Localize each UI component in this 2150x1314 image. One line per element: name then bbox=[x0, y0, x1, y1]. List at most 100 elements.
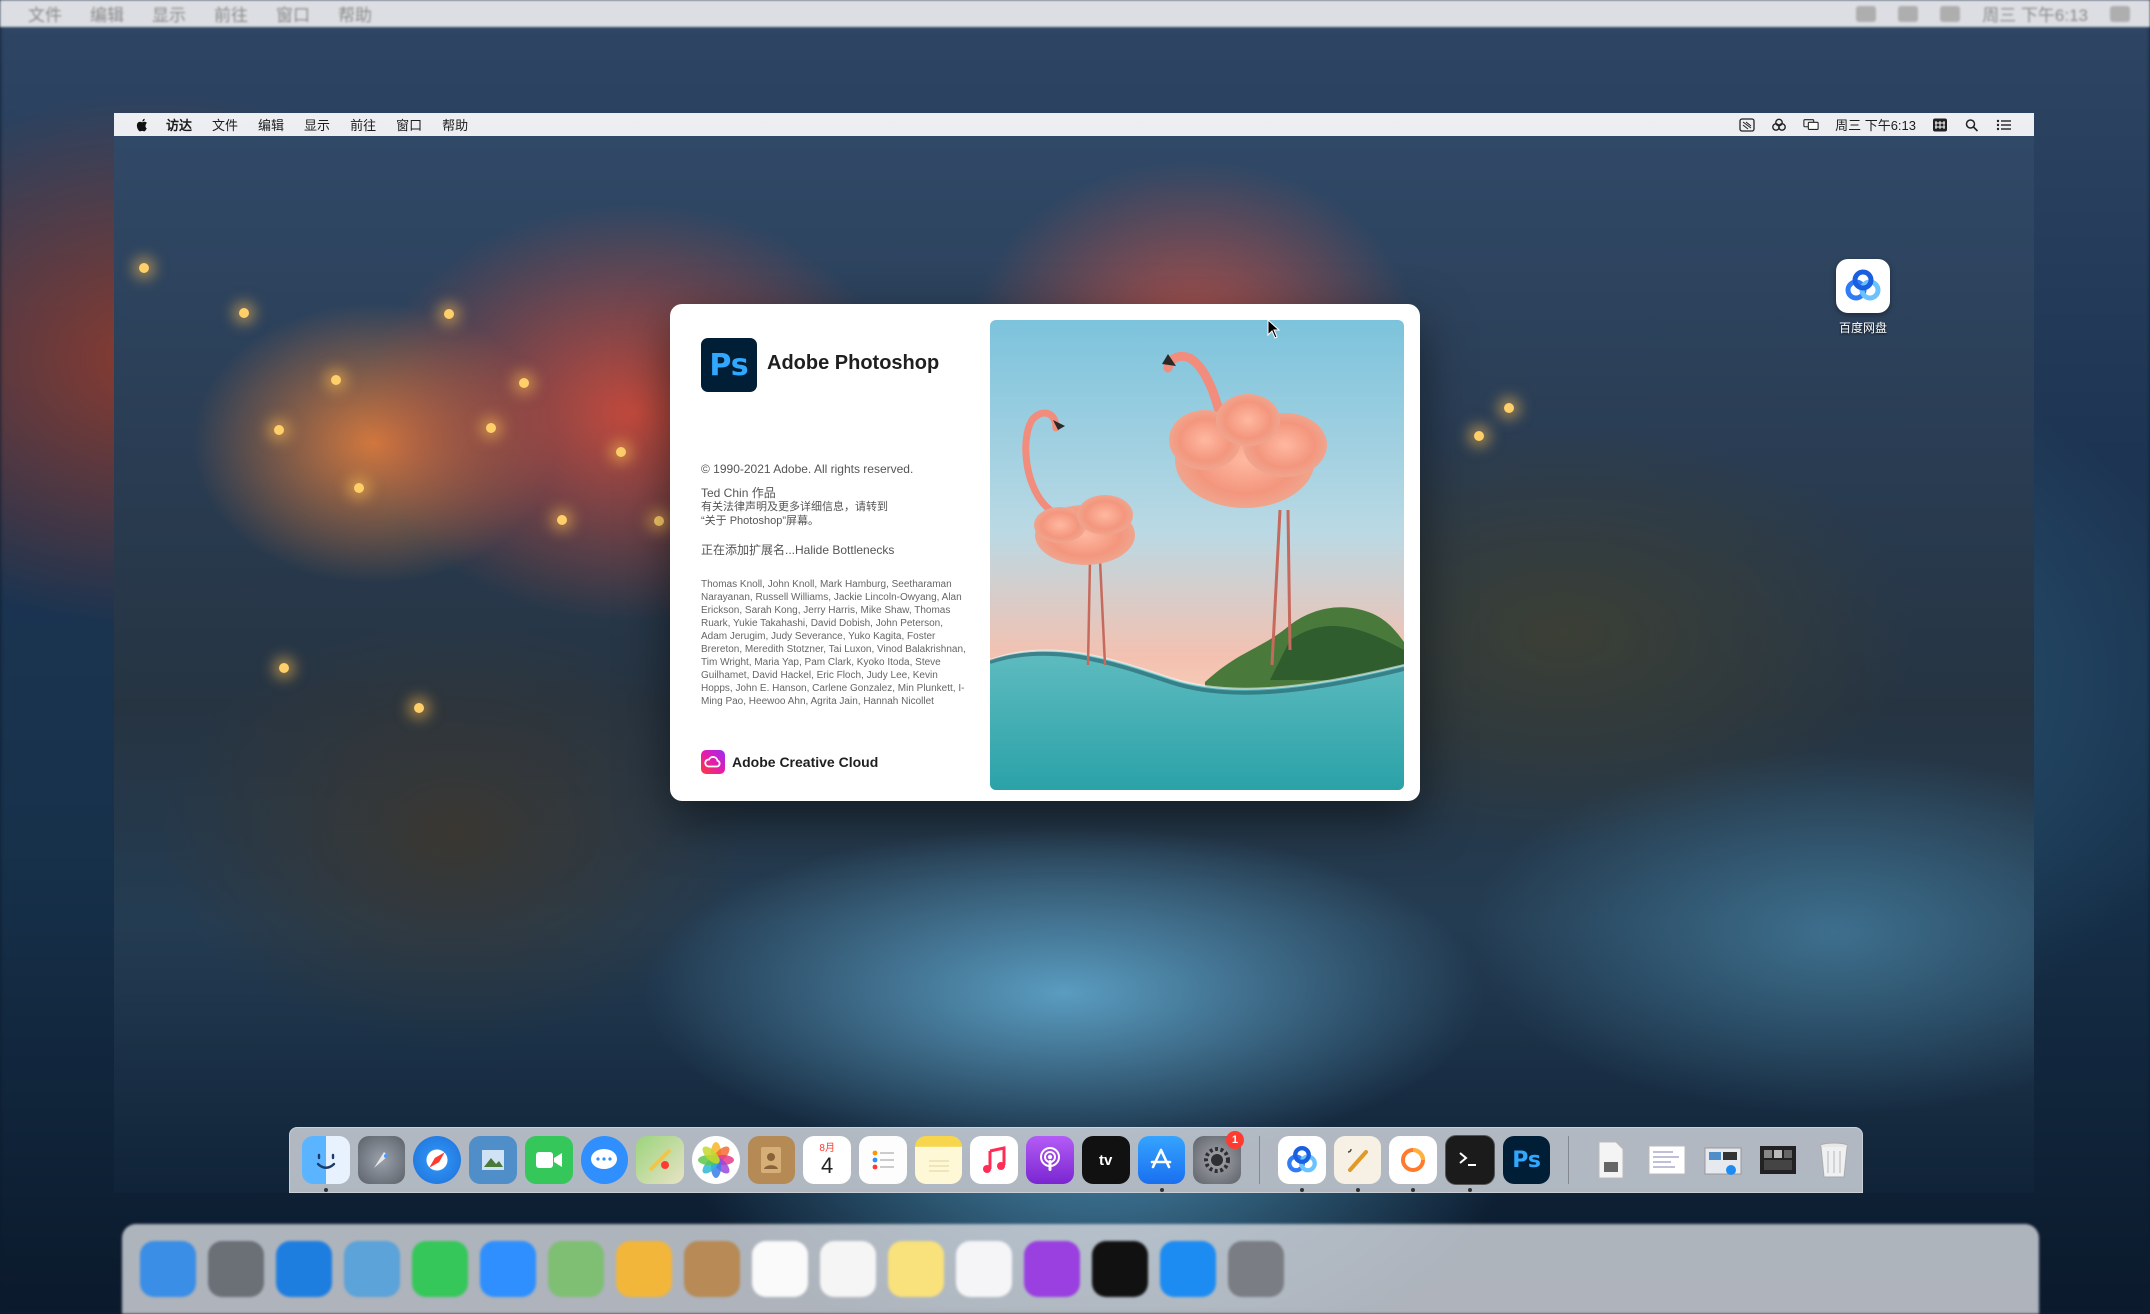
apple-menu-icon[interactable] bbox=[136, 118, 148, 132]
outer-menu-help: 帮助 bbox=[338, 6, 372, 25]
splash-artist-credit: Ted Chin 作品 有关法律声明及更多详细信息，请转到 “关于 Photos… bbox=[701, 486, 941, 528]
splash-title: Adobe Photoshop bbox=[767, 352, 940, 374]
dock-script-editor-icon[interactable] bbox=[1333, 1136, 1382, 1192]
outer-status-icon bbox=[1940, 5, 1961, 22]
menu-edit[interactable]: 编辑 bbox=[258, 115, 284, 134]
dock-sync-app-icon[interactable] bbox=[1389, 1136, 1438, 1192]
outer-music-icon bbox=[956, 1241, 1012, 1297]
desktop-icon-label: 百度网盘 bbox=[1838, 321, 1887, 335]
outer-menu-edit: 编辑 bbox=[90, 6, 124, 25]
dock-separator bbox=[1258, 1136, 1260, 1184]
dock-notes-icon[interactable] bbox=[914, 1136, 963, 1184]
dock-photoshop-icon[interactable]: Ps bbox=[1502, 1136, 1551, 1184]
notification-center-icon[interactable] bbox=[1996, 118, 2012, 132]
menubar-clock[interactable]: 周三 下午6:13 bbox=[1835, 115, 1916, 134]
notification-badge: 1 bbox=[1225, 1131, 1244, 1149]
dock-finder-icon[interactable] bbox=[302, 1136, 350, 1192]
menu-view[interactable]: 显示 bbox=[304, 115, 330, 134]
creative-cloud-icon bbox=[701, 750, 725, 774]
outer-status-icon bbox=[1898, 5, 1919, 22]
dock-trash-icon[interactable] bbox=[1810, 1136, 1858, 1184]
desktop-icon-baidu-netdisk[interactable]: 百度网盘 bbox=[1818, 259, 1908, 336]
outer-preview-icon bbox=[344, 1241, 400, 1297]
dock-facetime-icon[interactable] bbox=[524, 1136, 573, 1184]
tv-label: tv bbox=[1099, 1151, 1113, 1169]
outer-safari-icon bbox=[276, 1241, 332, 1297]
dock-calendar-icon[interactable]: 8月 4 bbox=[803, 1136, 852, 1184]
dock-photos-icon[interactable] bbox=[691, 1136, 740, 1184]
outer-messages-icon bbox=[480, 1241, 536, 1297]
dock-tv-icon[interactable]: tv bbox=[1081, 1136, 1130, 1184]
dock-appstore-icon[interactable] bbox=[1137, 1136, 1186, 1192]
outer-status-icon bbox=[1856, 5, 1877, 22]
menu-help[interactable]: 帮助 bbox=[442, 115, 468, 134]
dock-system-preferences-icon[interactable]: 1 bbox=[1193, 1131, 1244, 1184]
calendar-day: 4 bbox=[821, 1153, 834, 1178]
keyboard-layout-icon[interactable] bbox=[1932, 118, 1948, 132]
outer-facetime-icon bbox=[412, 1241, 468, 1297]
outer-maps-icon bbox=[548, 1241, 604, 1297]
outer-notes-icon bbox=[888, 1241, 944, 1297]
dock-recent-doc-icon[interactable] bbox=[1643, 1136, 1691, 1184]
dock-downloads-stack-icon[interactable] bbox=[1699, 1136, 1747, 1184]
outer-podcasts-icon bbox=[1024, 1241, 1080, 1297]
outer-reminders-icon bbox=[820, 1241, 876, 1297]
credits-list: Thomas Knoll, John Knoll, Mark Hamburg, … bbox=[701, 579, 966, 707]
outer-contacts-icon bbox=[684, 1241, 740, 1297]
photoshop-dock-label: Ps bbox=[1512, 1147, 1542, 1173]
outer-tv-icon bbox=[1092, 1241, 1148, 1297]
dock-maps-icon[interactable] bbox=[636, 1136, 684, 1184]
outer-clock: 周三 下午6:13 bbox=[1982, 6, 2088, 25]
photoshop-logo-icon: Ps bbox=[701, 338, 757, 392]
splash-artwork-flamingos bbox=[990, 320, 1404, 790]
desktop: 访达 文件 编辑 显示 前往 窗口 帮助 周三 下午6:13 百度网盘 Ps A… bbox=[114, 113, 2034, 1193]
dock-document-icon[interactable] bbox=[1587, 1136, 1635, 1184]
artist-line: Ted Chin 作品 bbox=[701, 486, 776, 500]
photoshop-splash-screen: Ps Adobe Photoshop © 1990-2021 Adobe. Al… bbox=[670, 304, 1420, 801]
dock-safari-icon[interactable] bbox=[413, 1136, 462, 1184]
creative-cloud-label: Adobe Creative Cloud bbox=[732, 754, 879, 770]
outer-photos-icon bbox=[616, 1241, 672, 1297]
dock-terminal-icon[interactable] bbox=[1445, 1135, 1495, 1192]
spotlight-search-icon[interactable] bbox=[1964, 118, 1980, 132]
dock-podcasts-icon[interactable] bbox=[1026, 1136, 1074, 1184]
outer-menu-view: 显示 bbox=[152, 6, 186, 25]
menu-go[interactable]: 前往 bbox=[350, 115, 376, 134]
dock-screenshots-stack-icon[interactable] bbox=[1755, 1136, 1803, 1184]
mouse-pointer-icon bbox=[1267, 319, 1281, 339]
dock-reminders-icon[interactable] bbox=[859, 1136, 907, 1184]
outer-status-icon bbox=[2110, 5, 2130, 22]
outer-menu-go: 前往 bbox=[214, 6, 248, 25]
dock: 8月 4 tv 1 Ps bbox=[289, 1127, 1863, 1193]
outer-dock bbox=[122, 1224, 2039, 1314]
dock-messages-icon[interactable] bbox=[580, 1136, 629, 1184]
menu-file[interactable]: 文件 bbox=[212, 115, 238, 134]
outer-menubar: 文件 编辑 显示 前往 窗口 帮助 周三 下午6:13 bbox=[0, 0, 2150, 27]
outer-menu-file: 文件 bbox=[28, 6, 62, 25]
outer-finder-icon bbox=[140, 1241, 196, 1297]
dock-contacts-icon[interactable] bbox=[747, 1136, 796, 1184]
dock-separator bbox=[1568, 1136, 1570, 1184]
legal-note-line2: “关于 Photoshop”屏幕。 bbox=[701, 515, 819, 527]
display-mirroring-icon[interactable] bbox=[1803, 118, 1819, 132]
outer-settings-icon bbox=[1228, 1241, 1284, 1297]
input-method-icon[interactable] bbox=[1739, 117, 1755, 132]
loading-status: 正在添加扩展名...Halide Bottlenecks bbox=[701, 543, 895, 557]
status-area: 周三 下午6:13 bbox=[1739, 113, 2012, 136]
baidu-netdisk-icon bbox=[1836, 259, 1890, 313]
dock-preview-icon[interactable] bbox=[469, 1136, 517, 1184]
outer-menu-window: 窗口 bbox=[276, 6, 310, 25]
splash-copyright: © 1990-2021 Adobe. All rights reserved. bbox=[701, 462, 914, 476]
menubar: 访达 文件 编辑 显示 前往 窗口 帮助 周三 下午6:13 bbox=[114, 113, 2034, 136]
calendar-month: 8月 bbox=[819, 1143, 835, 1154]
legal-note-line1: 有关法律声明及更多详细信息，请转到 bbox=[701, 501, 888, 513]
menu-window[interactable]: 窗口 bbox=[396, 115, 422, 134]
dock-launchpad-icon[interactable] bbox=[357, 1136, 406, 1184]
outer-appstore-icon bbox=[1160, 1241, 1216, 1297]
baidu-netdisk-status-icon[interactable] bbox=[1771, 118, 1787, 132]
dock-music-icon[interactable] bbox=[970, 1136, 1019, 1184]
outer-launchpad-icon bbox=[208, 1241, 264, 1297]
dock-baidu-netdisk-icon[interactable] bbox=[1277, 1136, 1326, 1192]
outer-calendar-icon bbox=[752, 1241, 808, 1297]
menu-app-finder[interactable]: 访达 bbox=[166, 115, 192, 134]
